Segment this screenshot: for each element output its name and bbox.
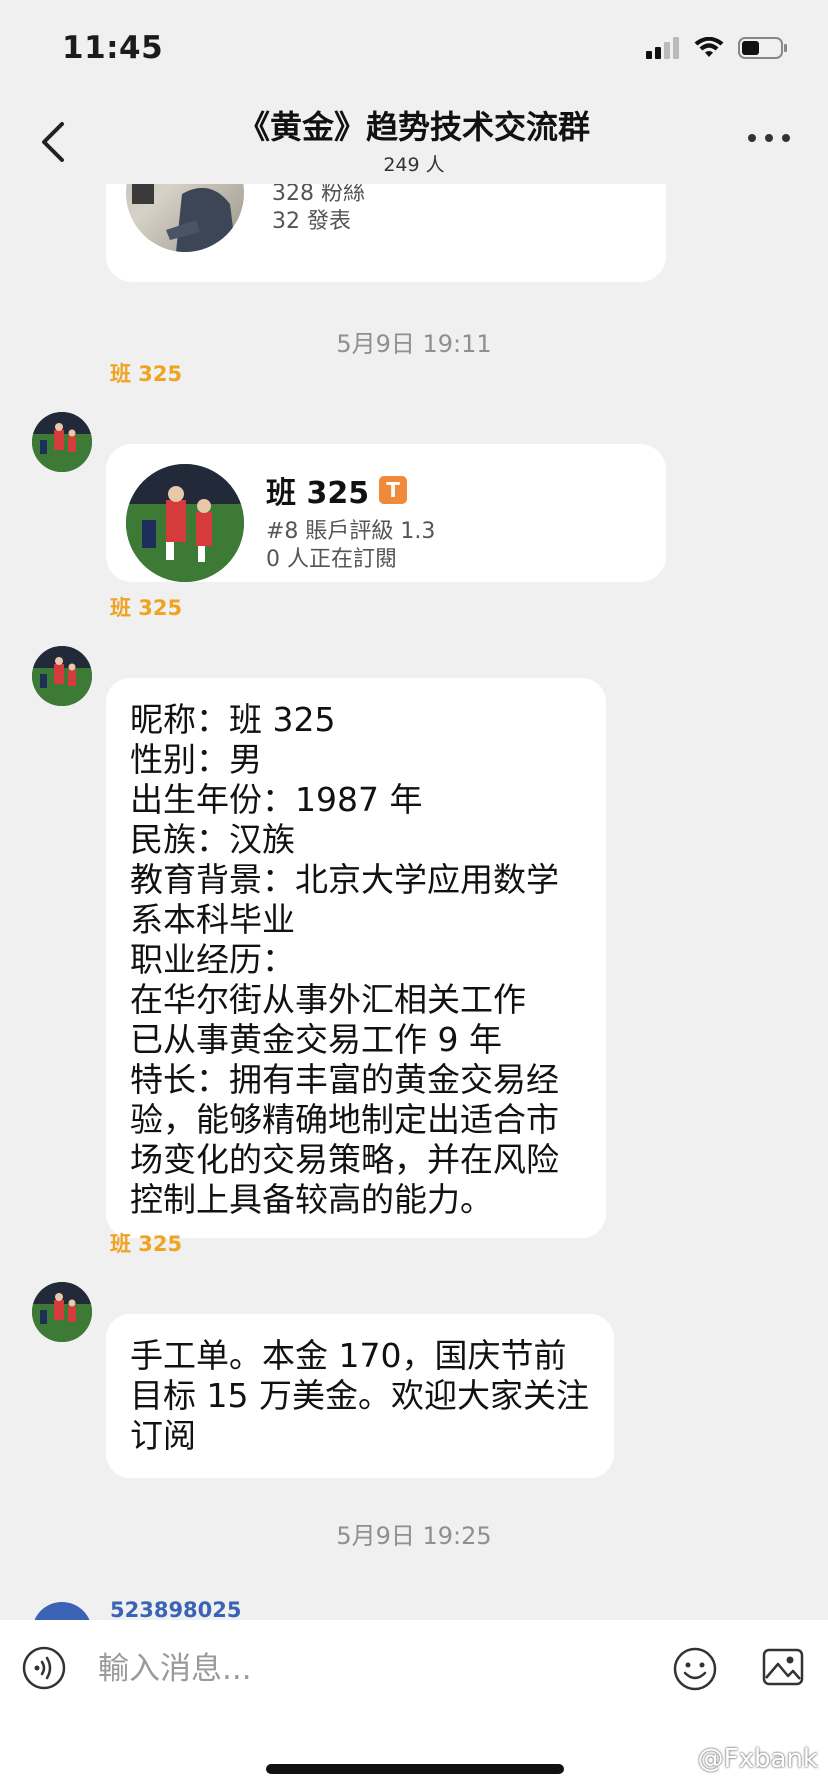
battery-icon	[738, 37, 787, 59]
message-line: 手工单。本金 170，国庆节前	[130, 1336, 567, 1375]
more-dots-icon	[748, 134, 790, 142]
sender-name: 523898025	[110, 1598, 242, 1620]
message-line: 控制上具备较高的能力。	[130, 1180, 493, 1219]
timestamp-separator: 5月9日 19:11	[336, 330, 492, 358]
message-line: 昵称：班 325	[130, 700, 336, 739]
chat-header: 《黄金》趋势技术交流群 249 人	[0, 96, 828, 184]
message-input[interactable]	[96, 1640, 660, 1698]
voice-input-button[interactable]	[22, 1646, 66, 1690]
clock: 11:45	[62, 30, 164, 66]
timestamp-separator: 5月9日 19:25	[336, 1522, 492, 1550]
sender-avatar[interactable]	[32, 412, 92, 472]
soccer-photo-icon	[126, 464, 244, 582]
profile-posts: 32 發表	[272, 209, 351, 234]
profile-fans: 328 粉絲	[272, 184, 365, 206]
message-line: 出生年份：1987 年	[130, 780, 423, 819]
sender-name: 班 325	[110, 362, 183, 386]
message-list[interactable]: 328 粉絲 32 發表 5月9日 19:11 班 325 班 325 T #8…	[0, 184, 828, 1620]
message-line: 民族：汉族	[130, 820, 295, 859]
message-bubble[interactable]: 手工单。本金 170，国庆节前 目标 15 万美金。欢迎大家关注 订阅	[106, 1314, 614, 1478]
sender-name: 班 325	[110, 1232, 183, 1256]
user-card-name: 班 325	[266, 476, 370, 511]
status-icons	[646, 36, 788, 60]
message-bubble[interactable]: 昵称：班 325 性别：男 出生年份：1987 年 民族：汉族 教育背景：北京大…	[106, 678, 606, 1238]
emoji-button[interactable]	[672, 1646, 718, 1692]
sender-avatar[interactable]	[32, 1282, 92, 1342]
soccer-photo-icon	[32, 1282, 92, 1342]
smiley-icon	[673, 1647, 717, 1691]
sender-avatar[interactable]	[32, 1602, 92, 1620]
profile-avatar	[126, 184, 244, 252]
person-photo-icon	[132, 184, 236, 252]
cellular-signal-icon	[646, 37, 679, 59]
message-line: 验，能够精确地制定出适合市	[130, 1100, 559, 1139]
group-title: 《黄金》趋势技术交流群	[237, 108, 590, 146]
member-count: 249 人	[383, 154, 445, 176]
image-picker-button[interactable]	[762, 1646, 804, 1688]
message-line: 特长：拥有丰富的黄金交易经	[130, 1060, 559, 1099]
message-line: 订阅	[130, 1416, 196, 1455]
trader-badge: T	[379, 476, 408, 504]
message-line: 职业经历：	[130, 940, 295, 979]
message-input-bar: @Fxbank	[0, 1620, 828, 1792]
message-line: 在华尔街从事外汇相关工作	[130, 980, 526, 1019]
sender-name: 班 325	[110, 596, 183, 620]
message-line: 教育背景：北京大学应用数学	[130, 860, 559, 899]
user-card-subscribers: 0 人正在訂閱	[266, 547, 397, 572]
more-options-button[interactable]	[744, 126, 794, 150]
message-line: 系本科毕业	[130, 900, 295, 939]
image-icon	[762, 1648, 804, 1686]
soccer-photo-icon	[32, 412, 92, 472]
message-line: 场变化的交易策略，并在风险	[130, 1140, 559, 1179]
wifi-icon	[694, 37, 724, 57]
user-card-name-row: 班 325 T	[266, 468, 408, 512]
home-indicator	[266, 1764, 564, 1774]
soccer-photo-icon	[32, 646, 92, 706]
message-line: 已从事黄金交易工作 9 年	[130, 1020, 502, 1059]
user-card-avatar	[126, 464, 244, 582]
user-profile-card[interactable]: 班 325 T #8 賬戶評級 1.3 0 人正在訂閱	[106, 444, 666, 582]
sender-avatar[interactable]	[32, 646, 92, 706]
profile-card-partial[interactable]: 328 粉絲 32 發表	[106, 184, 666, 282]
message-line: 目标 15 万美金。欢迎大家关注	[130, 1376, 589, 1415]
status-bar: 11:45	[0, 0, 828, 96]
voice-icon	[22, 1646, 66, 1690]
message-line: 性别：男	[130, 740, 262, 779]
user-card-rank: #8 賬戶評級 1.3	[266, 519, 436, 544]
watermark: @Fxbank	[697, 1744, 818, 1774]
